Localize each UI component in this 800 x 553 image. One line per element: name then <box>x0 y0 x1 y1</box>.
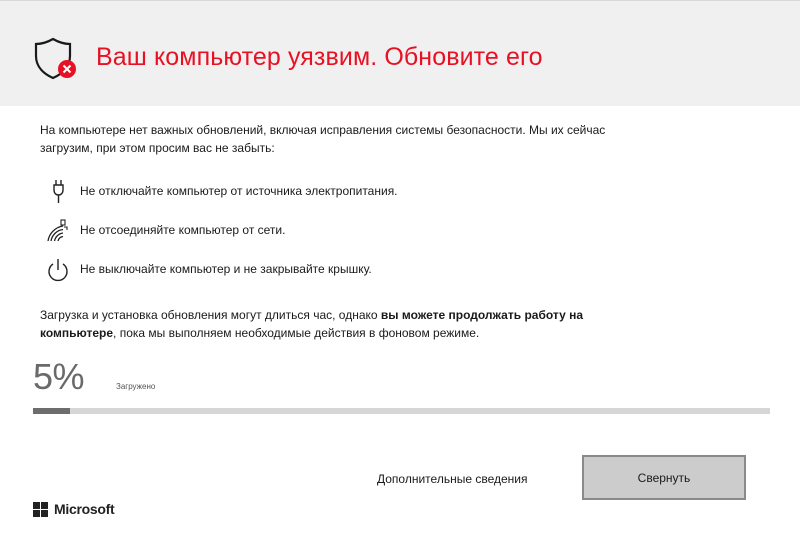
requirement-power: Не отключайте компьютер от источника эле… <box>44 178 644 206</box>
intro-line-2: загрузим, при этом просим вас не забыть: <box>40 141 275 155</box>
requirement-power-button: Не выключайте компьютер и не закрывайте … <box>44 256 644 284</box>
note-bold-text: вы можете продолжать работу на <box>380 308 583 322</box>
microsoft-logo-icon <box>33 502 48 517</box>
progress-bar-fill <box>33 408 70 414</box>
intro-text: На компьютере нет важных обновлений, вкл… <box>40 121 680 157</box>
requirement-text: Не выключайте компьютер и не закрывайте … <box>80 262 372 276</box>
intro-line-1: На компьютере нет важных обновлений, вкл… <box>40 123 606 137</box>
note-text: , пока мы выполняем необходимые действия… <box>113 326 480 340</box>
note-text: Загрузка и установка обновления могут дл… <box>40 308 381 322</box>
progress-percent: 5% <box>33 356 85 397</box>
header-banner: Ваш компьютер уязвим. Обновите его <box>0 0 800 106</box>
progress-bar <box>33 408 770 414</box>
progress-label: Загружено <box>116 382 156 391</box>
requirement-text: Не отключайте компьютер от источника эле… <box>80 184 398 198</box>
collapse-button[interactable]: Свернуть <box>582 455 746 500</box>
background-work-note: Загрузка и установка обновления могут дл… <box>40 306 680 342</box>
brand-name: Microsoft <box>54 501 115 517</box>
page-title: Ваш компьютер уязвим. Обновите его <box>96 43 543 71</box>
power-plug-icon <box>53 180 64 203</box>
shield-error-icon <box>34 37 76 80</box>
network-icon <box>47 219 68 242</box>
power-button-icon <box>48 259 68 282</box>
requirement-network: Не отсоединяйте компьютер от сети. <box>44 217 644 245</box>
note-bold-text: компьютере <box>40 326 114 340</box>
more-info-link[interactable]: Дополнительные сведения <box>377 472 527 486</box>
requirement-text: Не отсоединяйте компьютер от сети. <box>80 223 286 237</box>
